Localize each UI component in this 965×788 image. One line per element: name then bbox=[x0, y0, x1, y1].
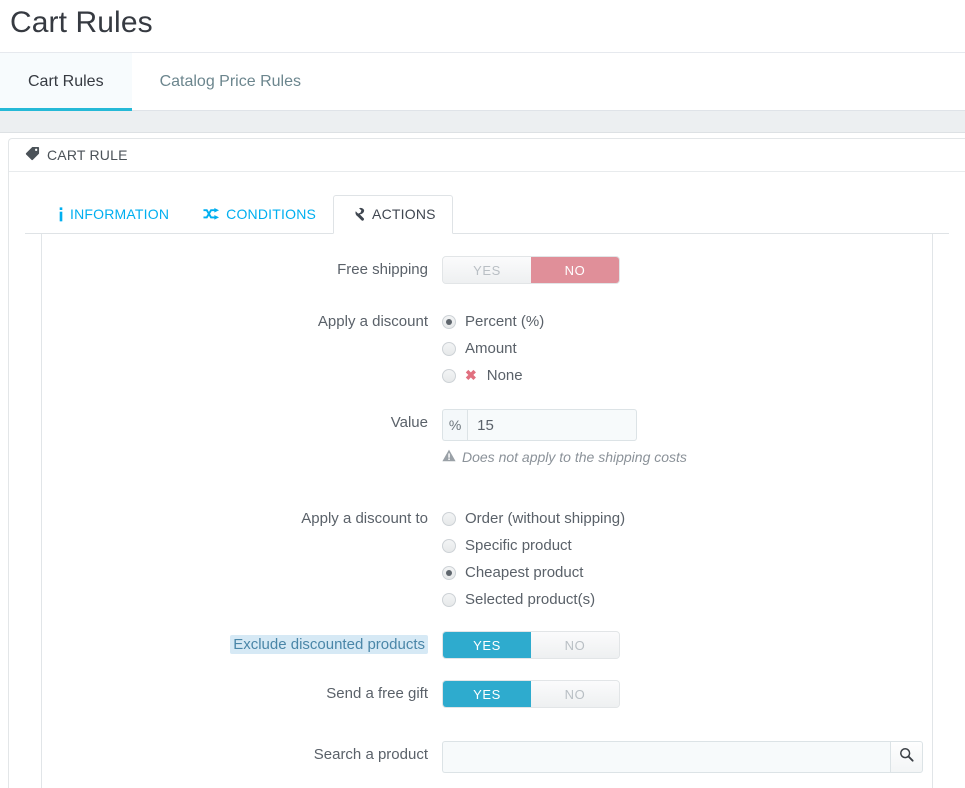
row-free-shipping: Free shipping YES NO bbox=[42, 256, 932, 284]
radio-target-cheapest-product-input[interactable] bbox=[442, 565, 456, 580]
value-input-group: % bbox=[442, 409, 637, 441]
free-shipping-toggle[interactable]: YES NO bbox=[442, 256, 620, 284]
exclude-discounted-products-yes[interactable]: YES bbox=[443, 632, 531, 658]
radio-discount-none[interactable]: ✖ None bbox=[442, 362, 932, 389]
tab-information-label: INFORMATION bbox=[70, 206, 170, 222]
radio-target-specific-product[interactable]: Specific product bbox=[442, 532, 932, 559]
radio-target-order-label[interactable]: Order (without shipping) bbox=[465, 510, 625, 527]
exclude-discounted-products-label-text: Exclude discounted products bbox=[230, 635, 428, 654]
exclude-discounted-products-toggle[interactable]: YES NO bbox=[442, 631, 620, 659]
value-label: Value bbox=[390, 414, 428, 431]
apply-discount-label: Apply a discount bbox=[317, 313, 428, 330]
radio-target-order[interactable]: Order (without shipping) bbox=[442, 505, 932, 532]
tab-catalog-price-rules-label: Catalog Price Rules bbox=[159, 72, 301, 90]
free-shipping-label: Free shipping bbox=[337, 261, 428, 278]
actions-form: Free shipping YES NO Apply a discount Pe… bbox=[41, 234, 933, 788]
free-shipping-no[interactable]: NO bbox=[531, 257, 619, 283]
search-icon bbox=[899, 747, 914, 767]
exclude-discounted-products-label: Exclude discounted products bbox=[42, 631, 442, 659]
cart-rule-panel: CART RULE INFORMATION CONDITIONS ACTIONS… bbox=[8, 138, 965, 788]
exclude-discounted-products-no[interactable]: NO bbox=[531, 632, 619, 658]
row-apply-discount: Apply a discount Percent (%) Amount ✖ No… bbox=[42, 308, 932, 389]
wrench-icon bbox=[350, 207, 366, 222]
radio-discount-amount-input[interactable] bbox=[442, 341, 456, 356]
radio-discount-none-input[interactable] bbox=[442, 368, 456, 383]
radio-target-specific-product-label[interactable]: Specific product bbox=[465, 537, 572, 554]
send-free-gift-yes[interactable]: YES bbox=[443, 681, 531, 707]
tab-conditions-label: CONDITIONS bbox=[226, 206, 317, 222]
value-input[interactable] bbox=[467, 409, 637, 441]
page-title: Cart Rules bbox=[10, 6, 153, 39]
warning-icon bbox=[442, 449, 456, 465]
tab-cart-rules[interactable]: Cart Rules bbox=[0, 53, 132, 111]
row-value: Value % Does n bbox=[42, 409, 932, 465]
value-helper-label: Does not apply to the shipping costs bbox=[462, 449, 687, 465]
radio-discount-percent[interactable]: Percent (%) bbox=[442, 308, 932, 335]
radio-target-selected-products-input[interactable] bbox=[442, 592, 456, 607]
row-search-product: Search a product bbox=[42, 741, 932, 773]
value-helper-text: Does not apply to the shipping costs bbox=[442, 449, 932, 465]
search-product-label: Search a product bbox=[313, 746, 428, 763]
radio-target-specific-product-input[interactable] bbox=[442, 538, 456, 553]
value-unit-addon: % bbox=[442, 409, 468, 441]
tab-actions-label: ACTIONS bbox=[372, 206, 436, 222]
info-icon bbox=[58, 206, 64, 222]
tab-cart-rules-label: Cart Rules bbox=[28, 72, 104, 90]
tab-catalog-price-rules[interactable]: Catalog Price Rules bbox=[132, 53, 329, 110]
search-product-input[interactable] bbox=[442, 741, 890, 773]
radio-target-cheapest-product-label[interactable]: Cheapest product bbox=[465, 564, 583, 581]
tag-icon bbox=[25, 146, 40, 164]
panel-heading-title: CART RULE bbox=[47, 147, 128, 163]
radio-discount-amount-label[interactable]: Amount bbox=[465, 340, 517, 357]
radio-target-selected-products-label[interactable]: Selected product(s) bbox=[465, 591, 595, 608]
radio-discount-none-label[interactable]: None bbox=[487, 367, 523, 384]
send-free-gift-toggle[interactable]: YES NO bbox=[442, 680, 620, 708]
row-apply-discount-to: Apply a discount to Order (without shipp… bbox=[42, 505, 932, 613]
radio-target-selected-products[interactable]: Selected product(s) bbox=[442, 586, 932, 613]
search-product-button[interactable] bbox=[890, 741, 923, 773]
row-exclude-discounted-products: Exclude discounted products YES NO bbox=[42, 631, 932, 659]
shuffle-icon bbox=[203, 207, 220, 221]
search-product-group bbox=[442, 741, 923, 773]
radio-target-cheapest-product[interactable]: Cheapest product bbox=[442, 559, 932, 586]
radio-discount-percent-input[interactable] bbox=[442, 314, 456, 329]
inner-tabs: INFORMATION CONDITIONS ACTIONS bbox=[25, 192, 949, 234]
panel-body: INFORMATION CONDITIONS ACTIONS Free ship… bbox=[9, 172, 965, 788]
radio-discount-percent-label[interactable]: Percent (%) bbox=[465, 313, 544, 330]
tab-conditions[interactable]: CONDITIONS bbox=[186, 195, 333, 234]
radio-discount-amount[interactable]: Amount bbox=[442, 335, 932, 362]
top-nav-tabs: Cart Rules Catalog Price Rules bbox=[0, 52, 965, 111]
panel-heading: CART RULE bbox=[9, 139, 965, 172]
tab-information[interactable]: INFORMATION bbox=[41, 195, 186, 234]
radio-target-order-input[interactable] bbox=[442, 511, 456, 526]
page-separator-band bbox=[0, 111, 965, 133]
tab-actions[interactable]: ACTIONS bbox=[333, 195, 453, 234]
x-icon: ✖ bbox=[465, 367, 477, 383]
send-free-gift-label: Send a free gift bbox=[326, 685, 428, 702]
row-send-free-gift: Send a free gift YES NO bbox=[42, 680, 932, 708]
free-shipping-yes[interactable]: YES bbox=[443, 257, 531, 283]
apply-discount-to-label: Apply a discount to bbox=[301, 510, 428, 527]
send-free-gift-no[interactable]: NO bbox=[531, 681, 619, 707]
